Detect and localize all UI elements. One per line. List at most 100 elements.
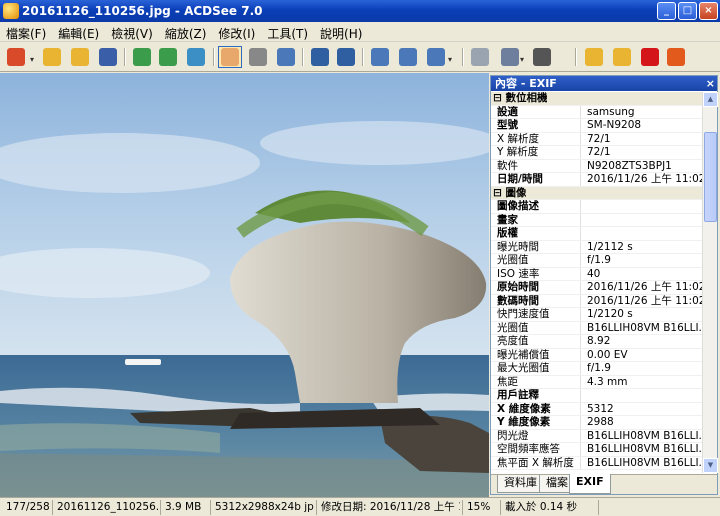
email-button[interactable] [610, 46, 634, 68]
dropdown-arrow-icon[interactable]: ▾ [520, 55, 524, 64]
exif-value: samsung [587, 105, 635, 118]
exif-row[interactable]: 用戶註釋 [491, 389, 703, 403]
status-empty [598, 500, 718, 515]
exif-row[interactable]: 空間頻率應答 B16LLIH08VM B16LLI... [491, 443, 703, 457]
exif-group-header[interactable]: ⊟ 數位相機 [491, 92, 703, 106]
exif-row[interactable]: 曝光時間 1/2112 s [491, 240, 703, 254]
exif-row[interactable]: Y 維度像素 2988 [491, 416, 703, 430]
exif-row[interactable]: 最大光圈值 f/1.9 [491, 362, 703, 376]
exif-group-header[interactable]: ⊟ 圖像 [491, 186, 703, 200]
exif-row[interactable]: 日期/時間 2016/11/26 上午 11:02:56 [491, 173, 703, 187]
exif-row[interactable]: 版權 [491, 227, 703, 241]
sound-button[interactable] [530, 46, 554, 68]
scroll-thumb[interactable] [704, 132, 717, 222]
export-button[interactable] [582, 46, 606, 68]
exif-row[interactable]: 畫家 [491, 213, 703, 227]
exif-row[interactable]: 圖像描述 [491, 200, 703, 214]
open-folder-button[interactable] [40, 46, 64, 68]
zoom-in-icon [371, 48, 389, 66]
exif-row[interactable]: 焦平面 X 解析度 B16LLIH08VM B16LLI... [491, 456, 703, 470]
save-button[interactable] [96, 46, 120, 68]
exif-value: 1/2120 s [587, 308, 633, 320]
exif-row[interactable]: 曝光補償值 0.00 EV [491, 348, 703, 362]
hand-tool-button[interactable] [218, 46, 242, 68]
exif-row[interactable]: 焦距 4.3 mm [491, 375, 703, 389]
exif-row[interactable]: Y 解析度 72/1 [491, 146, 703, 160]
print-icon [471, 48, 489, 66]
exif-group-label: ⊟ 數位相機 [493, 92, 548, 104]
menu-file[interactable]: 檔案(F) [0, 22, 52, 42]
exif-row[interactable]: 光圈值 B16LLIH08VM B16LLI... [491, 321, 703, 335]
maximize-button[interactable]: □ [678, 2, 697, 20]
zoom-out-button[interactable] [396, 46, 420, 68]
scroll-up-arrow-icon[interactable]: ▲ [703, 92, 718, 107]
acquire-button[interactable] [4, 46, 28, 68]
open-folder-icon [43, 48, 61, 66]
menu-zoom[interactable]: 縮放(Z) [159, 22, 213, 42]
exif-value: 4.3 mm [587, 375, 628, 388]
exif-row[interactable]: 軟件 N9208ZTS3BPJ1 [491, 159, 703, 173]
status-modified: 修改日期: 2016/11/28 上午 12:20:38 [316, 500, 460, 515]
menu-view[interactable]: 檢視(V) [105, 22, 159, 42]
exif-value: 2016/11/26 上午 11:02:56 [587, 281, 703, 293]
menu-tools[interactable]: 工具(T) [261, 22, 314, 42]
select-tool-icon [249, 48, 267, 66]
acdsee-app-icon [3, 3, 19, 19]
next-image-button[interactable] [156, 46, 180, 68]
exif-row[interactable]: ISO 速率 40 [491, 267, 703, 281]
tab-exif[interactable]: EXIF [569, 474, 611, 494]
menu-help[interactable]: 說明(H) [314, 22, 368, 42]
exif-row[interactable]: 數碼時間 2016/11/26 上午 11:02:56 [491, 294, 703, 308]
exif-row[interactable]: 快門速度值 1/2120 s [491, 308, 703, 322]
select-tool-button[interactable] [246, 46, 270, 68]
exif-value: 8.92 [587, 335, 611, 347]
print-button[interactable] [468, 46, 492, 68]
exif-row[interactable]: 亮度值 8.92 [491, 335, 703, 349]
rotate-left-button[interactable] [308, 46, 332, 68]
zoom-tool-button[interactable] [274, 46, 298, 68]
exif-key: 光圈值 [491, 254, 581, 267]
exif-key: 亮度值 [491, 335, 581, 348]
panel-scrollbar[interactable]: ▲ ▼ [702, 92, 718, 473]
slideshow-button[interactable] [184, 46, 208, 68]
exif-row[interactable]: 原始時間 2016/11/26 上午 11:02:56 [491, 281, 703, 295]
tab-database[interactable]: 資料庫 [497, 475, 544, 493]
minimize-button[interactable]: _ [657, 2, 676, 20]
panel-close-icon[interactable]: × [706, 76, 715, 91]
exif-property-list: ⊟ 數位相機 設適 samsung 型號 SM-N9208 X 解析度 72/1 Y 解析度 7… [491, 92, 703, 472]
exif-value [581, 214, 703, 227]
exif-key: 空間頻率應答 [491, 443, 581, 456]
exif-row[interactable]: 閃光燈 B16LLIH08VM B16LLI... [491, 429, 703, 443]
rotate-right-button[interactable] [334, 46, 358, 68]
exif-key: ISO 速率 [491, 267, 581, 280]
exif-row[interactable]: 光圈值 f/1.9 [491, 254, 703, 268]
device-button[interactable] [498, 46, 522, 68]
folder-bookmark-button[interactable] [68, 46, 92, 68]
image-viewer[interactable] [0, 73, 489, 497]
exif-key: 軟件 [491, 159, 581, 172]
exif-row[interactable]: 型號 SM-N9208 [491, 119, 703, 133]
toolbar-separator [462, 48, 464, 66]
exif-value: B16LLIH08VM B16LLI... [587, 456, 703, 469]
exif-row[interactable]: 設適 samsung [491, 105, 703, 119]
exif-key: 設適 [491, 105, 581, 118]
menu-edit[interactable]: 編輯(E) [52, 22, 105, 42]
dropdown-arrow-icon[interactable]: ▾ [448, 55, 452, 64]
exif-value: 2016/11/26 上午 11:02:56 [587, 173, 703, 185]
close-button[interactable]: × [699, 2, 718, 20]
exif-value: f/1.9 [587, 362, 611, 374]
zoom-fit-button[interactable] [424, 46, 448, 68]
dropdown-arrow-icon[interactable]: ▾ [30, 55, 34, 64]
exif-value: 5312 [587, 402, 614, 415]
scroll-down-arrow-icon[interactable]: ▼ [703, 458, 718, 473]
menu-modify[interactable]: 修改(I) [212, 22, 261, 42]
zoom-in-button[interactable] [368, 46, 392, 68]
exif-row[interactable]: X 解析度 72/1 [491, 132, 703, 146]
panel-header: 內容 - EXIF × [491, 76, 717, 91]
properties-button[interactable] [664, 46, 688, 68]
exif-group-label: ⊟ 圖像 [493, 186, 527, 199]
exif-row[interactable]: X 維度像素 5312 [491, 402, 703, 416]
exif-value: 2988 [587, 416, 614, 428]
delete-button[interactable] [638, 46, 662, 68]
previous-image-button[interactable] [130, 46, 154, 68]
